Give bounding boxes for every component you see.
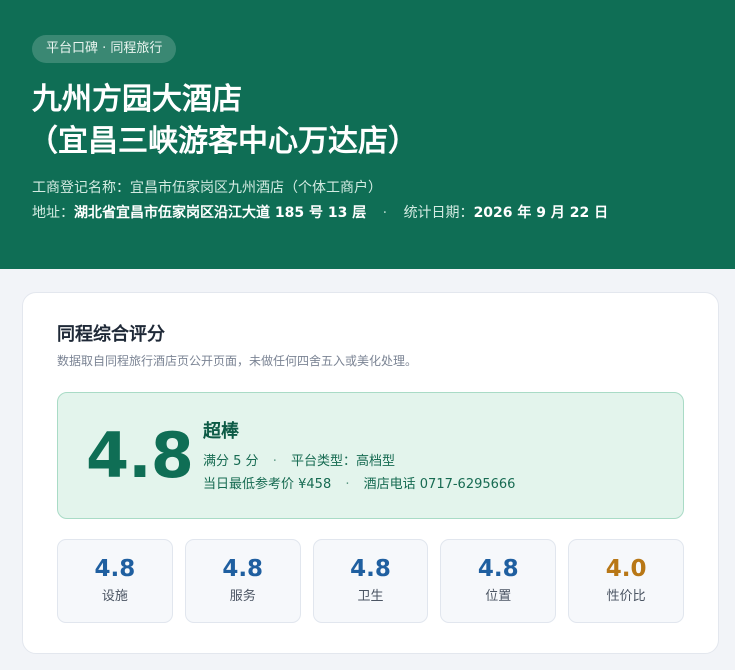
score-info: 超棒 满分 5 分 · 平台类型：高档型 当日最低参考价 ¥458 · 酒店电话… <box>203 418 515 494</box>
score-line-1: 满分 5 分 · 平台类型：高档型 <box>203 453 515 471</box>
score-line-2: 当日最低参考价 ¥458 · 酒店电话 0717-6295666 <box>203 476 515 494</box>
date-label: 统计日期： <box>403 205 474 221</box>
overall-score-box: 4.8 超棒 满分 5 分 · 平台类型：高档型 当日最低参考价 ¥458 · … <box>57 392 684 519</box>
separator-dot: · <box>345 476 350 492</box>
registered-name-row: 工商登记名称：宜昌市伍家岗区九州酒店（个体工商户） <box>32 179 703 197</box>
hotel-meta: 工商登记名称：宜昌市伍家岗区九州酒店（个体工商户） 地址：湖北省宜昌市伍家岗区沿… <box>32 179 703 222</box>
sub-score-label: 卫生 <box>357 589 384 604</box>
sub-score-value-for-money: 4.0 性价比 <box>568 539 684 623</box>
sub-score-facilities: 4.8 设施 <box>57 539 173 623</box>
sub-score-label: 设施 <box>101 589 128 604</box>
hotel-name: 九州方园大酒店 <box>32 82 242 117</box>
overall-score: 4.8 <box>86 418 194 492</box>
sub-score-value: 4.0 <box>605 556 647 582</box>
sub-score-value: 4.8 <box>350 556 391 582</box>
sub-score-label: 性价比 <box>606 589 646 604</box>
address-date-row: 地址：湖北省宜昌市伍家岗区沿江大道 185 号 13 层 · 统计日期：2026… <box>32 204 703 222</box>
hotel-title: 九州方园大酒店 （宜昌三峡游客中心万达店） <box>28 79 703 163</box>
registered-name-label: 工商登记名称： <box>32 180 130 196</box>
sub-score-label: 服务 <box>229 589 256 604</box>
card-title: 同程综合评分 <box>57 324 165 345</box>
separator-dot: · <box>272 453 277 469</box>
sub-score-value: 4.8 <box>222 556 264 582</box>
separator-dot: · <box>382 205 388 221</box>
sub-score-value: 4.8 <box>477 556 519 582</box>
sub-score-label: 位置 <box>485 589 512 604</box>
full-score: 满分 5 分 <box>203 453 259 469</box>
hotel-branch: （宜昌三峡游客中心万达店） <box>28 124 418 159</box>
address-label: 地址： <box>32 205 74 221</box>
sub-score-value: 4.8 <box>94 556 136 582</box>
registered-name-value: 宜昌市伍家岗区九州酒店（个体工商户） <box>130 180 382 196</box>
sub-score-hygiene: 4.8 卫生 <box>312 539 429 623</box>
sub-score-service: 4.8 服务 <box>184 539 301 623</box>
address-value: 湖北省宜昌市伍家岗区沿江大道 185 号 13 层 <box>74 205 367 221</box>
page-header: 平台口碑 · 同程旅行 九州方园大酒店 （宜昌三峡游客中心万达店） 工商登记名称… <box>0 0 735 269</box>
platform-type: 平台类型：高档型 <box>290 453 395 469</box>
sub-scores: 4.8 设施 4.8 服务 4.8 卫生 4.8 位置 4.0 性价比 <box>57 539 684 623</box>
hotel-phone: 酒店电话 0717-6295666 <box>363 476 516 492</box>
rating-word: 超棒 <box>203 420 239 442</box>
source-badge: 平台口碑 · 同程旅行 <box>32 35 177 63</box>
date-value: 2026 年 9 月 22 日 <box>473 205 609 221</box>
sub-score-location: 4.8 位置 <box>440 539 557 623</box>
min-price: 当日最低参考价 ¥458 <box>203 476 332 492</box>
rating-card: 同程综合评分 数据取自同程旅行酒店页公开页面，未做任何四舍五入或美化处理。 4.… <box>22 292 719 654</box>
card-subtitle: 数据取自同程旅行酒店页公开页面，未做任何四舍五入或美化处理。 <box>57 354 418 368</box>
